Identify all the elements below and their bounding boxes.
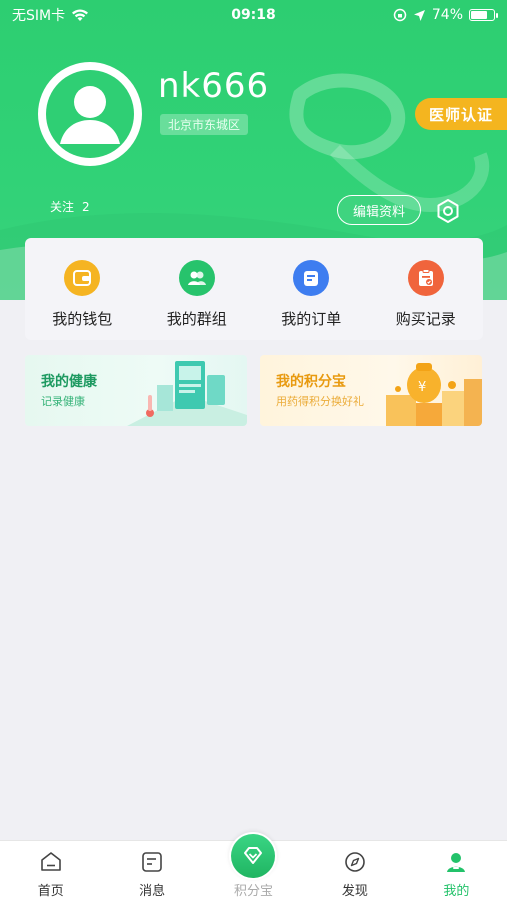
svg-text:¥: ¥ bbox=[418, 380, 426, 395]
promo-subtitle: 记录健康 bbox=[41, 395, 85, 408]
group-icon bbox=[178, 260, 215, 296]
promo-my-health[interactable]: 我的健康 记录健康 bbox=[25, 355, 247, 426]
tab-mine[interactable]: 我的 bbox=[406, 841, 507, 900]
menu-card: 我的钱包 我的群组 我的订单 购买记录 bbox=[25, 238, 483, 340]
tab-messages[interactable]: 消息 bbox=[101, 841, 202, 900]
username: nk666 bbox=[158, 66, 270, 106]
follow-info[interactable]: 关注 2 bbox=[50, 198, 90, 215]
settings-icon[interactable] bbox=[435, 198, 461, 224]
battery-percent: 74% bbox=[431, 7, 463, 23]
message-icon bbox=[142, 852, 162, 872]
wallet-icon bbox=[64, 260, 101, 296]
tab-label: 消息 bbox=[139, 884, 166, 899]
menu-label: 我的钱包 bbox=[52, 310, 113, 328]
follow-count: 2 bbox=[82, 200, 90, 214]
menu-label: 我的订单 bbox=[281, 310, 342, 328]
promo-subtitle: 用药得积分换好礼 bbox=[276, 395, 364, 408]
tab-label: 积分宝 bbox=[234, 884, 274, 899]
diamond-icon bbox=[244, 847, 262, 864]
health-illustration-icon bbox=[127, 361, 247, 426]
location-icon bbox=[413, 9, 425, 21]
menu-item-group[interactable]: 我的群组 bbox=[140, 238, 255, 340]
battery-icon bbox=[469, 9, 498, 21]
orientation-lock-icon bbox=[393, 8, 407, 22]
status-bar: 无SIM卡 09:18 74% bbox=[0, 0, 507, 30]
menu-item-orders[interactable]: 我的订单 bbox=[254, 238, 369, 340]
menu-item-purchase-records[interactable]: 购买记录 bbox=[369, 238, 484, 340]
promo-title: 我的健康 bbox=[41, 374, 97, 390]
promo-my-points[interactable]: 我的积分宝 用药得积分换好礼 ¥ bbox=[260, 355, 482, 426]
carrier-label: 无SIM卡 bbox=[12, 8, 66, 24]
tab-home[interactable]: 首页 bbox=[0, 841, 101, 900]
wifi-icon bbox=[72, 9, 89, 21]
tab-label: 我的 bbox=[443, 884, 470, 899]
user-icon bbox=[447, 853, 466, 872]
points-illustration-icon: ¥ bbox=[386, 363, 482, 426]
menu-label: 购买记录 bbox=[395, 310, 456, 328]
order-icon bbox=[293, 260, 330, 296]
tab-label: 发现 bbox=[341, 884, 368, 899]
avatar-icon bbox=[46, 70, 134, 158]
compass-icon bbox=[345, 852, 365, 872]
home-icon bbox=[40, 852, 61, 871]
doctor-verify-button[interactable]: 医师认证 bbox=[415, 98, 507, 130]
follow-label: 关注 bbox=[50, 200, 75, 214]
tab-label: 首页 bbox=[37, 884, 64, 899]
location-tag: 北京市东城区 bbox=[160, 114, 249, 135]
tab-discover[interactable]: 发现 bbox=[304, 841, 405, 900]
edit-profile-button[interactable]: 编辑资料 bbox=[337, 195, 421, 225]
avatar[interactable] bbox=[38, 62, 142, 166]
record-icon bbox=[407, 260, 444, 296]
promo-title: 我的积分宝 bbox=[276, 374, 346, 390]
battery-fill bbox=[471, 11, 487, 19]
menu-item-wallet[interactable]: 我的钱包 bbox=[25, 238, 140, 340]
points-center-button[interactable] bbox=[229, 832, 277, 880]
menu-label: 我的群组 bbox=[166, 310, 227, 328]
